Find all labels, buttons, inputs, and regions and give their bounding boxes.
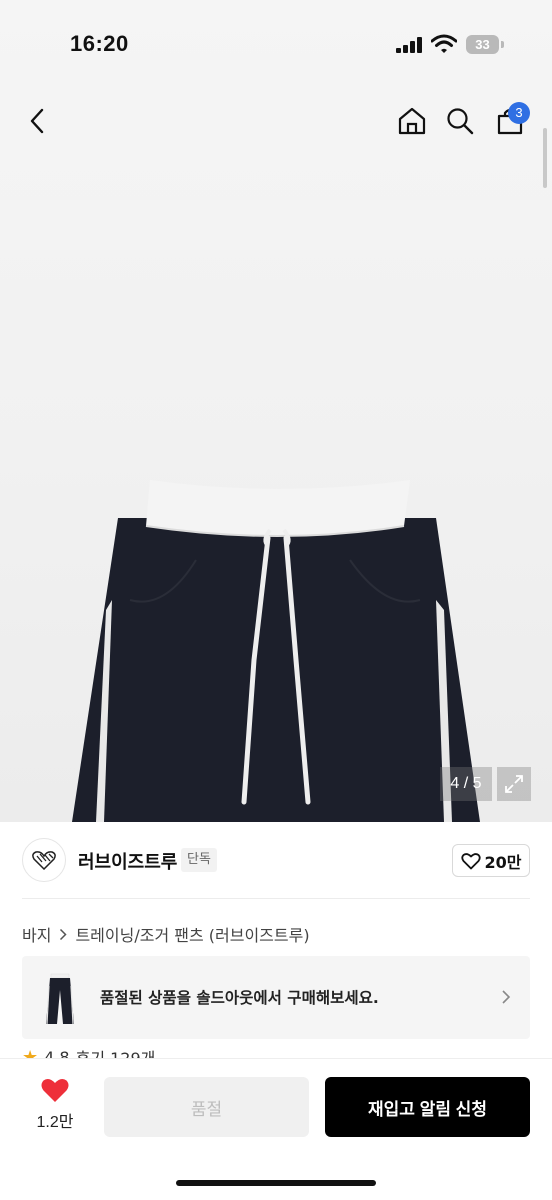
wifi-icon [431,34,457,53]
divider [22,898,530,899]
home-button[interactable] [392,101,432,141]
status-bar: 16:20 33 [0,0,552,88]
brand-logo[interactable] [22,838,66,882]
soldout-banner[interactable]: 품절된 상품을 솔드아웃에서 구매해보세요. [22,956,530,1039]
brand-like-button[interactable]: 20만 [452,844,530,877]
chevron-right-icon [60,928,68,940]
search-icon [447,108,474,135]
product-like-button[interactable]: 1.2만 [22,1077,88,1139]
cellular-signal-icon [396,37,422,53]
product-like-count: 1.2만 [36,1114,74,1131]
image-counter: 4 / 5 [440,767,492,801]
breadcrumb-item-category[interactable]: 바지 [22,922,51,946]
heart-outline-icon [460,852,481,869]
soldout-banner-text: 품절된 상품을 솔드아웃에서 구매해보세요. [100,989,379,1007]
back-button[interactable] [18,101,58,141]
battery-indicator: 33 [466,35,504,54]
expand-icon [505,775,523,793]
chevron-right-icon [502,990,511,1004]
heart-logo-icon [32,851,56,870]
chevron-left-icon [30,108,44,134]
brand-row: 러브이즈트루 단독 20만 [0,838,552,886]
breadcrumb: 바지 트레이닝/조거 팬츠 (러브이즈트루) [22,922,310,946]
status-time: 16:20 [70,31,129,56]
home-icon [398,107,426,135]
brand-name[interactable]: 러브이즈트루 [78,848,177,874]
scrollbar[interactable] [543,128,547,188]
soldout-button[interactable]: 품절 [104,1077,309,1137]
expand-image-button[interactable] [497,767,531,801]
home-indicator [176,1180,376,1186]
battery-level: 33 [475,37,490,52]
bottom-action-bar: 1.2만 품절 재입고 알림 신청 [0,1058,552,1200]
top-navigation [0,88,552,154]
breadcrumb-item-subcategory[interactable]: 트레이닝/조거 팬츠 (러브이즈트루) [75,922,309,946]
product-thumbnail [46,973,74,1025]
brand-like-count: 20만 [484,852,522,872]
heart-filled-icon [41,1078,69,1102]
exclusive-tag: 단독 [181,848,217,872]
restock-alert-button[interactable]: 재입고 알림 신청 [325,1077,530,1137]
search-button[interactable] [440,101,480,141]
cart-count-badge: 3 [508,102,530,124]
